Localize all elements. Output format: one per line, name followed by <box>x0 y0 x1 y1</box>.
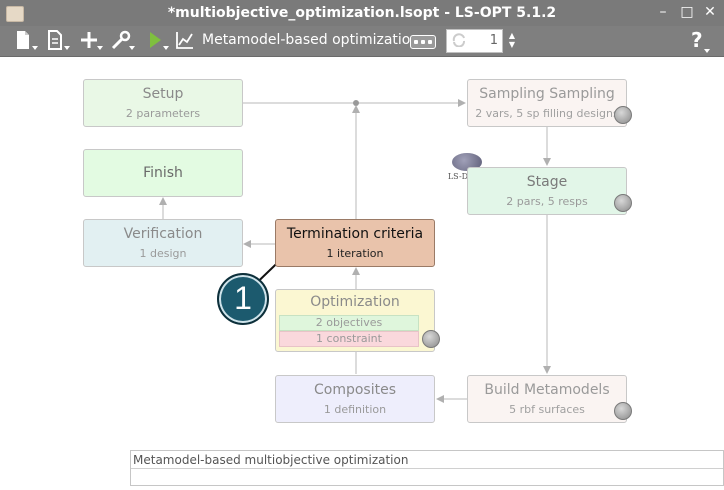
viewer-button[interactable] <box>173 28 199 52</box>
chart-icon <box>176 32 193 49</box>
task-options-button[interactable] <box>410 35 436 49</box>
objectives-row: 2 objectives <box>279 315 419 331</box>
sampling-box[interactable]: Sampling Sampling 2 vars, 5 sp filling d… <box>467 79 632 127</box>
iteration-spinner[interactable]: ▲ ▼ <box>507 31 517 51</box>
finish-box[interactable]: Finish <box>83 149 243 197</box>
finish-title: Finish <box>143 165 183 181</box>
close-button[interactable]: ✕ <box>702 4 718 20</box>
metamodels-subtitle: 5 rbf surfaces <box>509 403 585 416</box>
stage-status-icon <box>614 194 632 212</box>
metamodels-title: Build Metamodels <box>484 382 610 398</box>
setup-title: Setup <box>142 86 184 102</box>
maximize-button[interactable]: □ <box>679 4 695 20</box>
help-dropdown-icon <box>704 49 710 53</box>
run-button[interactable] <box>143 28 169 52</box>
metamodels-status-icon <box>614 402 632 420</box>
build-metamodels-box[interactable]: Build Metamodels 5 rbf surfaces <box>467 375 632 423</box>
composites-title: Composites <box>313 382 396 398</box>
stage-title: Stage <box>526 174 568 190</box>
sampling-title: Sampling Sampling <box>479 86 615 102</box>
stage-subtitle: 2 pars, 5 resps <box>506 195 588 208</box>
optimization-box[interactable]: Optimization 2 objectives 1 constraint <box>275 289 440 352</box>
composites-subtitle: 1 definition <box>323 403 387 416</box>
sampling-subtitle: 2 vars, 5 sp filling designs <box>475 107 619 120</box>
description-text: Metamodel-based multiobjective optimizat… <box>133 453 409 467</box>
constraints-row: 1 constraint <box>279 331 419 347</box>
cycle-icon <box>452 33 465 47</box>
setup-box[interactable]: Setup 2 parameters <box>83 79 243 127</box>
setup-subtitle: 2 parameters <box>125 107 201 120</box>
callout-number: 1 <box>234 280 252 316</box>
iteration-value: 1 <box>489 33 498 48</box>
termination-criteria-box[interactable]: Termination criteria 1 iteration <box>275 219 435 267</box>
iteration-field[interactable]: 1 <box>446 29 503 53</box>
description-panel[interactable]: Metamodel-based multiobjective optimizat… <box>130 450 724 486</box>
optimization-status-icon <box>422 330 440 348</box>
callout-badge: 1 <box>217 273 269 325</box>
verification-subtitle: 1 design <box>139 247 187 260</box>
optimization-title: Optimization <box>310 294 400 310</box>
task-label: Metamodel-based optimization <box>202 32 420 48</box>
help-button[interactable]: ? <box>691 28 703 52</box>
workflow-canvas: Setup 2 parameters Sampling Sampling 2 v… <box>0 57 724 490</box>
minimize-button[interactable]: – <box>655 4 671 20</box>
stage-box[interactable]: Stage 2 pars, 5 resps <box>467 167 632 215</box>
title-bar: *multiobjective_optimization.lsopt - LS-… <box>0 0 724 26</box>
add-button[interactable] <box>77 28 103 52</box>
termination-subtitle: 1 iteration <box>326 247 384 260</box>
composites-box[interactable]: Composites 1 definition <box>275 375 435 423</box>
tools-button[interactable] <box>109 28 135 52</box>
window-title: *multiobjective_optimization.lsopt - LS-… <box>167 5 557 21</box>
termination-title: Termination criteria <box>286 226 424 242</box>
sampling-status-icon <box>614 106 632 124</box>
verification-title: Verification <box>123 226 203 242</box>
open-file-button[interactable] <box>44 28 70 52</box>
verification-box[interactable]: Verification 1 design <box>83 219 243 267</box>
new-file-button[interactable] <box>12 28 38 52</box>
description-divider <box>131 468 723 469</box>
